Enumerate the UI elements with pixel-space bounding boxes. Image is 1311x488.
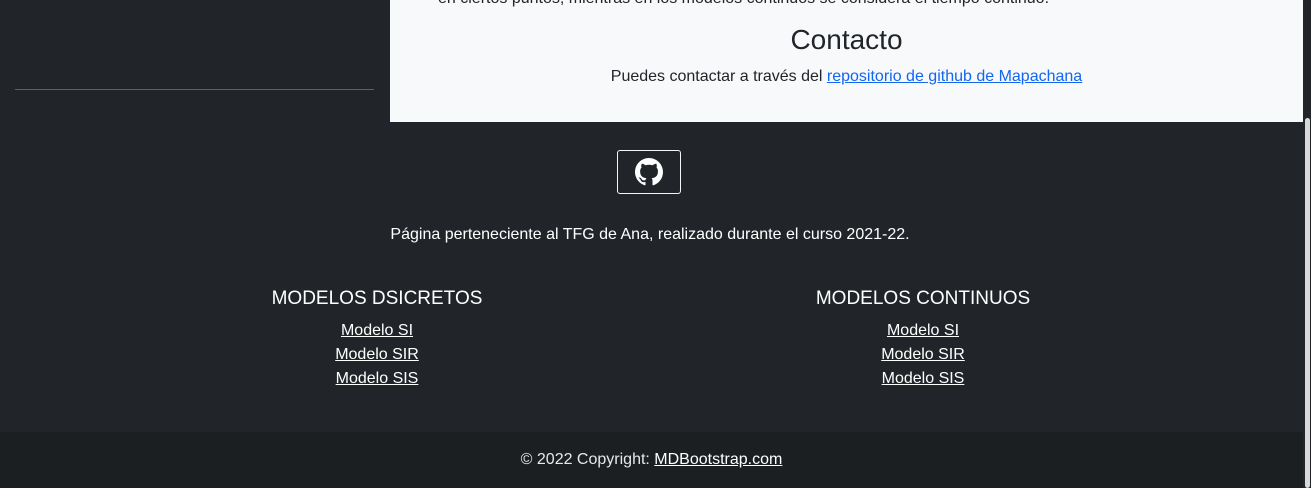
column-title: MODELOS DSICRETOS: [271, 288, 483, 309]
main-content: en ciertos puntos, mientras en los model…: [390, 0, 1303, 122]
tfg-description: Página perteneciente al TFG de Ana, real…: [390, 226, 910, 243]
contact-line: Puedes contactar a través del repositori…: [390, 68, 1303, 86]
link-discrete-si[interactable]: Modelo SI: [177, 319, 577, 343]
link-continuous-si[interactable]: Modelo SI: [723, 319, 1123, 343]
link-discrete-sir[interactable]: Modelo SIR: [177, 343, 577, 367]
link-discrete-sis[interactable]: Modelo SIS: [177, 367, 577, 391]
github-button[interactable]: [617, 150, 681, 194]
copyright-prefix: © 2022 Copyright:: [520, 451, 655, 468]
sidebar: [0, 0, 390, 122]
scrollbar-thumb[interactable]: [1305, 118, 1310, 488]
column-title: MODELOS CONTINUOS: [815, 288, 1031, 309]
discrete-models-column: MODELOS DSICRETOS Modelo SI Modelo SIR M…: [177, 288, 577, 391]
sidebar-divider: [15, 89, 374, 90]
copyright-bar: © 2022 Copyright: MDBootstrap.com: [0, 432, 1303, 488]
github-icon: [635, 158, 663, 186]
contact-heading: Contacto: [790, 24, 903, 55]
github-repo-link[interactable]: repositorio de github de Mapachana: [827, 68, 1082, 85]
truncated-paragraph: en ciertos puntos, mientras en los model…: [438, 0, 1049, 8]
scrollbar[interactable]: [1303, 0, 1311, 488]
continuous-models-column: MODELOS CONTINUOS Modelo SI Modelo SIR M…: [723, 288, 1123, 391]
link-continuous-sis[interactable]: Modelo SIS: [723, 367, 1123, 391]
link-continuous-sir[interactable]: Modelo SIR: [723, 343, 1123, 367]
contact-prefix: Puedes contactar a través del: [610, 68, 827, 85]
mdbootstrap-link[interactable]: MDBootstrap.com: [654, 451, 782, 468]
